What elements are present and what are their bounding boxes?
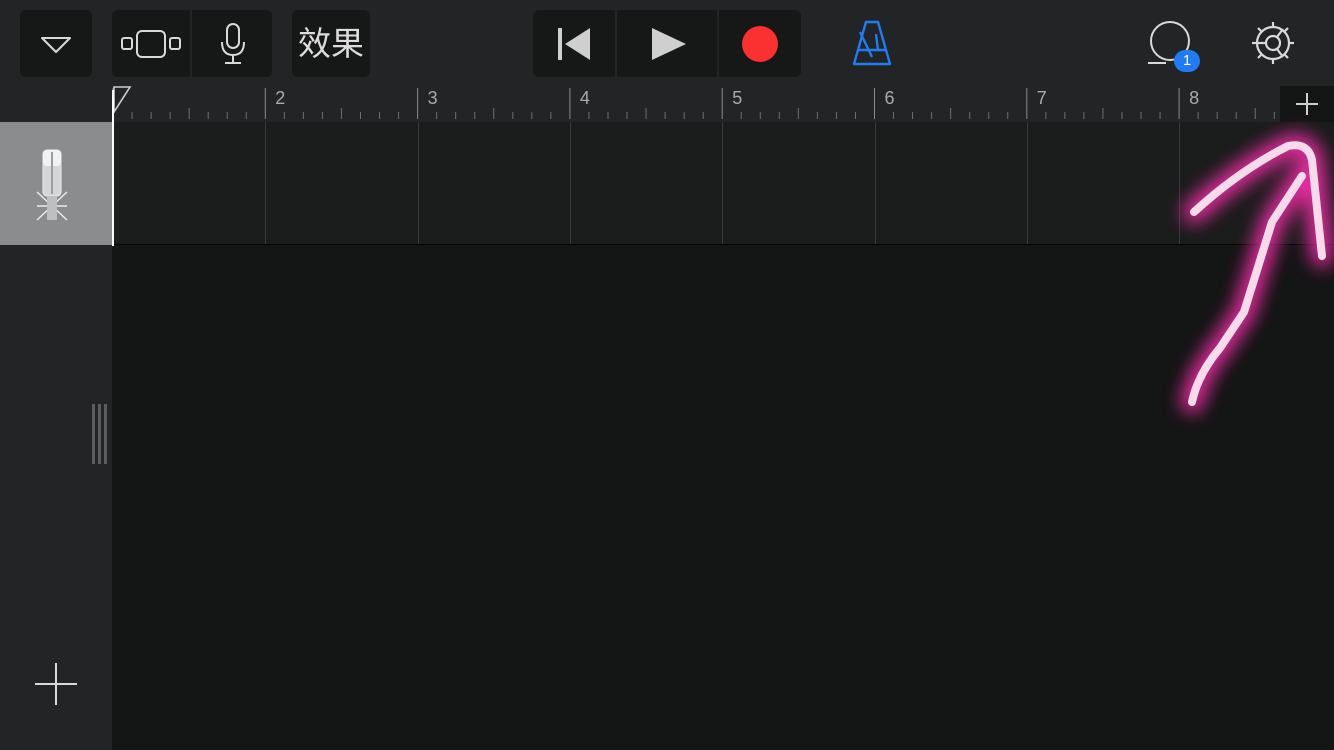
fx-button-label: 效果 (298, 24, 364, 63)
tracks-view-toggle[interactable] (112, 10, 190, 77)
bar-gridline (875, 122, 876, 244)
view-mic-group (112, 10, 272, 77)
ruler-ticks (112, 88, 1275, 119)
ruler-bar-label: 6 (885, 88, 895, 108)
notification-badge: 1 (1174, 50, 1200, 72)
top-toolbar: 效果 1 (0, 0, 1334, 86)
track-header-audio-recorder[interactable] (0, 122, 112, 245)
fx-button[interactable]: 效果 (292, 10, 370, 77)
add-track-button[interactable] (34, 662, 78, 706)
microphone-icon (221, 23, 245, 64)
ruler-bar-label: 4 (580, 88, 590, 108)
grip-line (92, 404, 95, 464)
empty-track-area[interactable] (112, 246, 1334, 750)
ruler-bar-label: 8 (1189, 88, 1199, 108)
ruler-bar-label: 2 (275, 88, 285, 108)
microphone-icon (36, 149, 68, 221)
go-to-beginning-icon (558, 28, 590, 60)
ruler-bar-labels: 2 3 4 5 6 7 8 (275, 88, 1199, 108)
track-headers-column (0, 86, 112, 750)
ruler-bar-label: 7 (1037, 88, 1047, 108)
gear-icon (1252, 22, 1294, 64)
bar-gridline (1027, 122, 1028, 244)
tracks-view-icon (121, 30, 181, 58)
chevron-down-icon (41, 37, 71, 53)
microphone-button[interactable] (192, 10, 272, 77)
record-button[interactable] (719, 10, 801, 77)
track-lane-audio-recorder[interactable] (112, 122, 1334, 245)
play-icon (652, 28, 686, 60)
add-section-button[interactable] (1280, 86, 1334, 122)
bar-gridline (1179, 122, 1180, 244)
cycle-start-marker[interactable] (113, 86, 132, 115)
bar-gridline (722, 122, 723, 244)
plus-icon (1296, 93, 1318, 115)
timeline-ruler[interactable]: 2 3 4 5 6 7 8 (112, 86, 1280, 122)
record-icon (742, 26, 778, 62)
column-resize-handle[interactable] (92, 404, 110, 464)
bar-gridline (570, 122, 571, 244)
my-songs-menu-button[interactable] (20, 10, 92, 77)
ruler-bar-label: 5 (732, 88, 742, 108)
grip-line (104, 404, 107, 464)
go-to-beginning-button[interactable] (533, 10, 615, 77)
metronome-button[interactable] (846, 10, 898, 77)
settings-button[interactable] (1244, 10, 1304, 77)
bar-gridline (418, 122, 419, 244)
playhead[interactable] (112, 90, 114, 246)
bar-gridline (265, 122, 266, 244)
metronome-icon (852, 20, 892, 66)
transport-controls (533, 10, 801, 77)
ruler-bar-label: 3 (428, 88, 438, 108)
play-button[interactable] (617, 10, 717, 77)
grip-line (98, 404, 101, 464)
garageband-tracks-view: 效果 1 2 3 4 5 6 7 8 (0, 0, 1334, 750)
